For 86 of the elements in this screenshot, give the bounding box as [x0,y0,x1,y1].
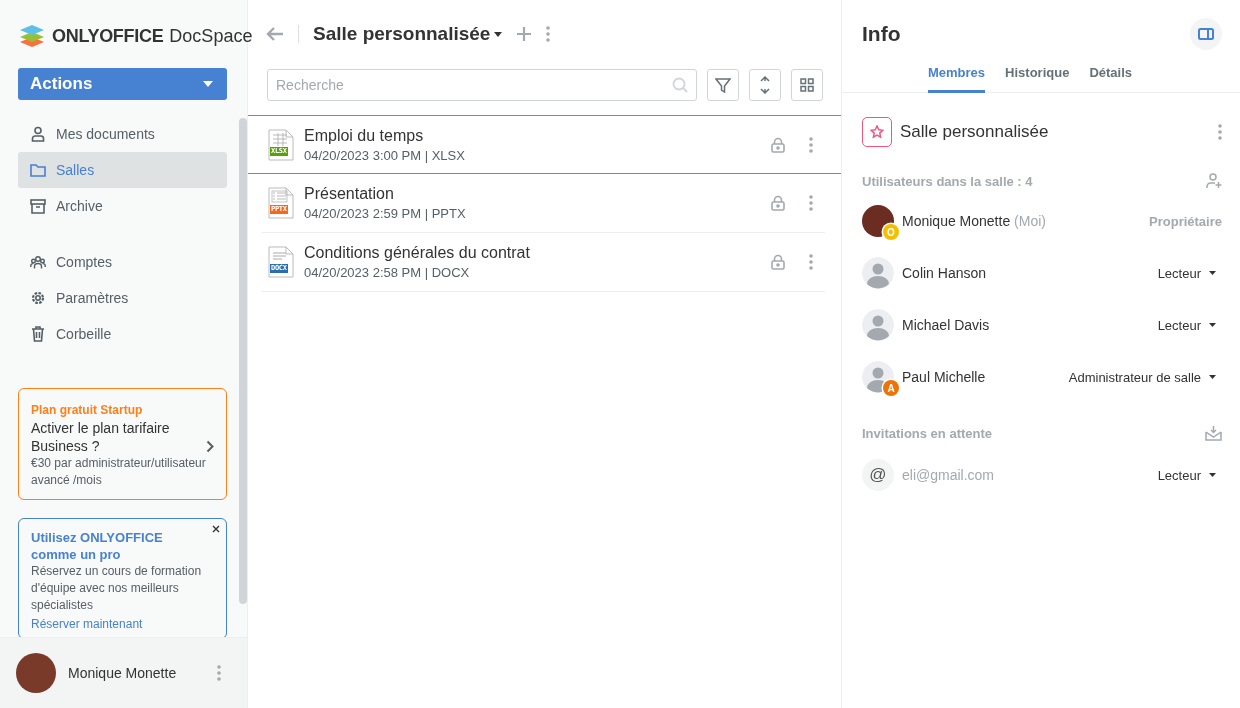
promo-text: €30 par administrateur/utilisateur avancé /mois [31,455,206,489]
panel-tab[interactable]: Historique [1005,58,1070,93]
back-arrow-icon[interactable] [266,26,284,42]
sort-button[interactable] [749,69,781,101]
sidebar-item[interactable]: Corbeille [18,316,227,352]
invited-email: eli@gmail.com [902,467,995,483]
members-heading: Utilisateurs dans la salle : 4 [862,173,1033,189]
lock-icon[interactable] [771,254,785,270]
add-user-icon[interactable] [1206,173,1222,189]
member-name: Colin Hanson [902,265,988,281]
role-badge: O [883,224,899,240]
caret-icon [1209,271,1216,275]
people-icon [30,254,46,270]
folder-icon [30,163,46,177]
role-badge: A [883,380,899,396]
email-avatar: @ [862,459,894,491]
file-name[interactable]: Emploi du temps [304,126,424,145]
role-dropdown[interactable]: Lecteur [1157,467,1222,483]
promo-card[interactable]: Plan gratuit Startup Activer le plan tarifaire Business ? €30 par administrateur/utilisateur avancé /mois [18,388,227,500]
avatar-photo-placeholder[interactable] [16,653,56,693]
caret-icon [1209,375,1216,379]
more-options-icon[interactable] [809,254,813,270]
more-options-icon[interactable] [546,26,551,42]
panel-tab[interactable]: Détails [1089,58,1132,93]
role-dropdown[interactable]: Lecteur [1157,317,1222,333]
filter-icon [715,77,731,93]
promo-title: Activer le plan tarifaire Business ? [31,419,171,455]
file-name[interactable]: Conditions générales du contrat [304,244,530,262]
file-name[interactable]: Présentation [304,185,394,203]
lock-icon[interactable] [771,195,785,211]
search-field[interactable]: Recherche [267,69,697,101]
toggle-panel-button[interactable] [1190,18,1222,50]
lock-icon[interactable] [771,136,785,153]
sidebar-item[interactable]: Mes documents [18,116,227,152]
grid-view-button[interactable] [791,69,823,101]
plus-icon[interactable] [516,26,533,42]
file-meta: 04/20/2023 2:58 PM | DOCX [304,265,471,280]
tip-text: Réservez un cours de formation d'équipe avec nos meilleurs spécialistes [31,563,203,614]
gear-icon [30,290,46,306]
default-avatar-icon [862,257,894,289]
grid-icon [800,78,814,92]
caret-icon[interactable] [494,31,503,37]
inbox-download-icon[interactable] [1205,425,1222,441]
panel-title: Info [862,22,901,46]
logo-brand-text: ONLYOFFICE [52,25,164,47]
user-name: Monique Monette [68,665,178,681]
caret-icon [1209,323,1216,327]
filter-button[interactable] [707,69,739,101]
trash-icon [30,326,46,342]
role-dropdown[interactable]: Lecteur [1157,265,1222,281]
room-title[interactable]: Salle personnalisée [313,23,491,45]
panel-icon [1198,28,1214,40]
file-meta: 04/20/2023 3:00 PM | XLSX [304,147,466,163]
more-options-icon[interactable] [809,195,813,211]
sidebar-item[interactable]: Comptes [18,244,227,280]
layers-logo-icon [18,24,46,48]
chevron-right-icon [206,439,214,453]
room-name: Salle personnalisée [900,122,1050,142]
more-options-icon[interactable] [217,665,221,681]
file-meta: 04/20/2023 2:59 PM | PPTX [304,206,467,221]
sidebar-item[interactable]: Archive [18,188,227,224]
person-icon [30,126,46,142]
caret-icon [1209,473,1216,477]
caret-icon [203,81,213,87]
actions-button[interactable]: Actions [18,68,227,100]
more-options-icon[interactable] [1218,124,1222,140]
role-dropdown[interactable]: Administrateur de salle [1068,369,1222,385]
member-name: Paul Michelle [902,369,987,385]
book-now-link[interactable]: Réserver maintenant [31,617,143,631]
default-avatar-icon [862,309,894,341]
sort-icon [759,76,771,94]
role-label: Propriétaire [1149,213,1222,229]
more-options-icon[interactable] [809,136,813,153]
scrollbar[interactable] [239,118,247,604]
member-name: Michael Davis [902,317,991,333]
search-icon[interactable] [672,77,688,93]
close-icon[interactable] [212,525,220,533]
archive-box-icon [30,198,46,214]
tip-title: Utilisez ONLYOFFICE comme un pro [31,529,164,563]
avatar-photo-placeholder [862,205,894,237]
panel-tab[interactable]: Membres [928,58,986,93]
promo-overline: Plan gratuit Startup [31,403,144,417]
member-name: Monique Monette (Moi) [902,213,1047,229]
sidebar-item[interactable]: Paramètres [18,280,227,316]
invitations-heading: Invitations en attente [862,425,993,441]
logo-product-text: DocSpace [169,25,253,47]
